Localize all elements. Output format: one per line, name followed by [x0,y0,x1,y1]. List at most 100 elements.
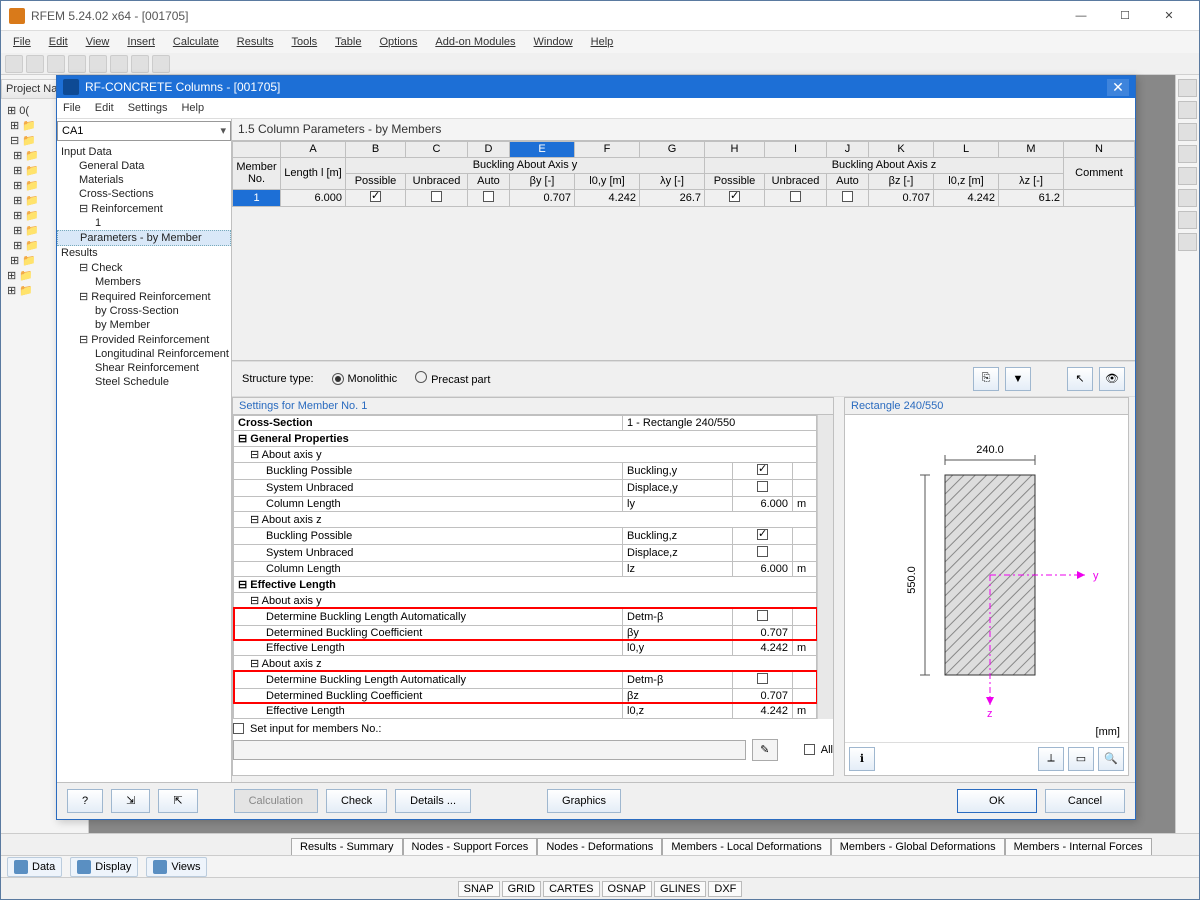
result-tab-nodes-deform[interactable]: Nodes - Deformations [537,838,662,855]
pick-members-button[interactable]: ✎ [752,739,778,761]
close-button[interactable]: ✕ [1147,2,1191,30]
axis-button[interactable]: ⟂ [1038,747,1064,771]
cell-auto-y[interactable] [468,189,510,206]
parameters-table[interactable]: A B C D E F G H I J K L M N [232,141,1135,207]
nav-reinforcement-1[interactable]: 1 [57,216,231,230]
case-combo[interactable]: CA1 ▾ [57,121,231,141]
right-tool-icon[interactable] [1178,211,1197,229]
result-tab-summary[interactable]: Results - Summary [291,838,403,855]
toolbar-icon[interactable] [47,55,65,73]
maximize-button[interactable]: ☐ [1103,2,1147,30]
cell-length[interactable]: 6.000 [281,189,346,206]
menu-file[interactable]: File [5,34,39,50]
status-cartes[interactable]: CARTES [543,881,599,897]
cell-lamy[interactable]: 26.7 [640,189,705,206]
right-tool-icon[interactable] [1178,145,1197,163]
nav-provided-reinf[interactable]: ⊟ Provided Reinforcement [57,332,231,347]
help-button[interactable]: ? [67,789,103,813]
all-checkbox[interactable] [804,744,815,755]
cell-betay[interactable]: 0.707 [510,189,575,206]
menu-tools[interactable]: Tools [283,34,325,50]
toolbar-icon[interactable] [5,55,23,73]
result-tab-members-local[interactable]: Members - Local Deformations [662,838,830,855]
menu-table[interactable]: Table [327,34,369,50]
cell-auto-z[interactable] [827,189,869,206]
nav-parameters-by-member[interactable]: Parameters - by Member [57,230,231,246]
status-osnap[interactable]: OSNAP [602,881,653,897]
nav-shear[interactable]: Shear Reinforcement [57,361,231,375]
set-input-checkbox[interactable] [233,723,244,734]
dialog-titlebar[interactable]: RF-CONCRETE Columns - [001705] ✕ [57,76,1135,98]
cell-l0z[interactable]: 4.242 [934,189,999,206]
nav-steel-schedule[interactable]: Steel Schedule [57,375,231,389]
nav-longitudinal[interactable]: Longitudinal Reinforcement [57,347,231,361]
info-button[interactable]: ℹ [849,747,875,771]
status-dxf[interactable]: DXF [708,881,742,897]
cell-comment[interactable] [1064,189,1135,206]
footer-tab-data[interactable]: Data [7,857,62,877]
nav-input-data[interactable]: Input Data [57,145,231,159]
nav-cross-sections[interactable]: Cross-Sections [57,187,231,201]
result-tab-members-global[interactable]: Members - Global Deformations [831,838,1005,855]
copy-button[interactable]: ⎘ [973,367,999,391]
result-tab-nodes-support[interactable]: Nodes - Support Forces [403,838,538,855]
graphics-button[interactable]: Graphics [547,789,621,813]
menu-addons[interactable]: Add-on Modules [427,34,523,50]
cell-unbr-z[interactable] [765,189,827,206]
nav-results[interactable]: Results [57,246,231,260]
right-tool-icon[interactable] [1178,167,1197,185]
settings-scrollbar[interactable] [817,415,833,719]
menu-help[interactable]: Help [583,34,622,50]
right-tool-icon[interactable] [1178,189,1197,207]
status-grid[interactable]: GRID [502,881,542,897]
calculation-button[interactable]: Calculation [234,789,318,813]
set-input-members-field[interactable] [233,740,746,760]
toolbar-icon[interactable] [152,55,170,73]
menu-results[interactable]: Results [229,34,282,50]
right-tool-icon[interactable] [1178,79,1197,97]
minimize-button[interactable]: — [1059,2,1103,30]
check-button[interactable]: Check [326,789,387,813]
frame-button[interactable]: ▭ [1068,747,1094,771]
dlg-menu-edit[interactable]: Edit [95,102,114,114]
right-tool-icon[interactable] [1178,123,1197,141]
nav-by-cross-section[interactable]: by Cross-Section [57,304,231,318]
right-tool-icon[interactable] [1178,101,1197,119]
nav-general-data[interactable]: General Data [57,159,231,173]
nav-check-members[interactable]: Members [57,275,231,289]
status-glines[interactable]: GLINES [654,881,706,897]
cell-poss-z[interactable] [705,189,765,206]
nav-by-member[interactable]: by Member [57,318,231,332]
radio-monolithic[interactable]: Monolithic [332,373,398,385]
nav-check[interactable]: ⊟ Check [57,260,231,275]
menu-edit[interactable]: Edit [41,34,76,50]
dlg-menu-help[interactable]: Help [181,102,204,114]
nav-required-reinf[interactable]: ⊟ Required Reinforcement [57,289,231,304]
cell-betaz[interactable]: 0.707 [869,189,934,206]
right-tool-icon[interactable] [1178,233,1197,251]
table-row[interactable]: 1 6.000 0.707 4.242 26.7 0.707 4.242 6 [233,189,1135,206]
cell-lamz[interactable]: 61.2 [999,189,1064,206]
pick-button[interactable]: ↖ [1067,367,1093,391]
nav-materials[interactable]: Materials [57,173,231,187]
status-snap[interactable]: SNAP [458,881,500,897]
dlg-menu-file[interactable]: File [63,102,81,114]
toolbar-icon[interactable] [131,55,149,73]
footer-tab-views[interactable]: Views [146,857,207,877]
dialog-close-button[interactable]: ✕ [1107,79,1129,96]
menu-calculate[interactable]: Calculate [165,34,227,50]
details-button[interactable]: Details ... [395,789,471,813]
result-tab-members-internal[interactable]: Members - Internal Forces [1005,838,1152,855]
menu-insert[interactable]: Insert [119,34,163,50]
filter-button[interactable]: ▼ [1005,367,1031,391]
export-button[interactable]: ⇲ [111,789,150,813]
nav-reinforcement[interactable]: ⊟ Reinforcement [57,201,231,216]
cell-unbr-y[interactable] [406,189,468,206]
footer-tab-display[interactable]: Display [70,857,138,877]
menu-window[interactable]: Window [526,34,581,50]
toolbar-icon[interactable] [68,55,86,73]
toolbar-icon[interactable] [89,55,107,73]
zoom-button[interactable]: 🔍 [1098,747,1124,771]
toolbar-icon[interactable] [110,55,128,73]
toolbar-icon[interactable] [26,55,44,73]
